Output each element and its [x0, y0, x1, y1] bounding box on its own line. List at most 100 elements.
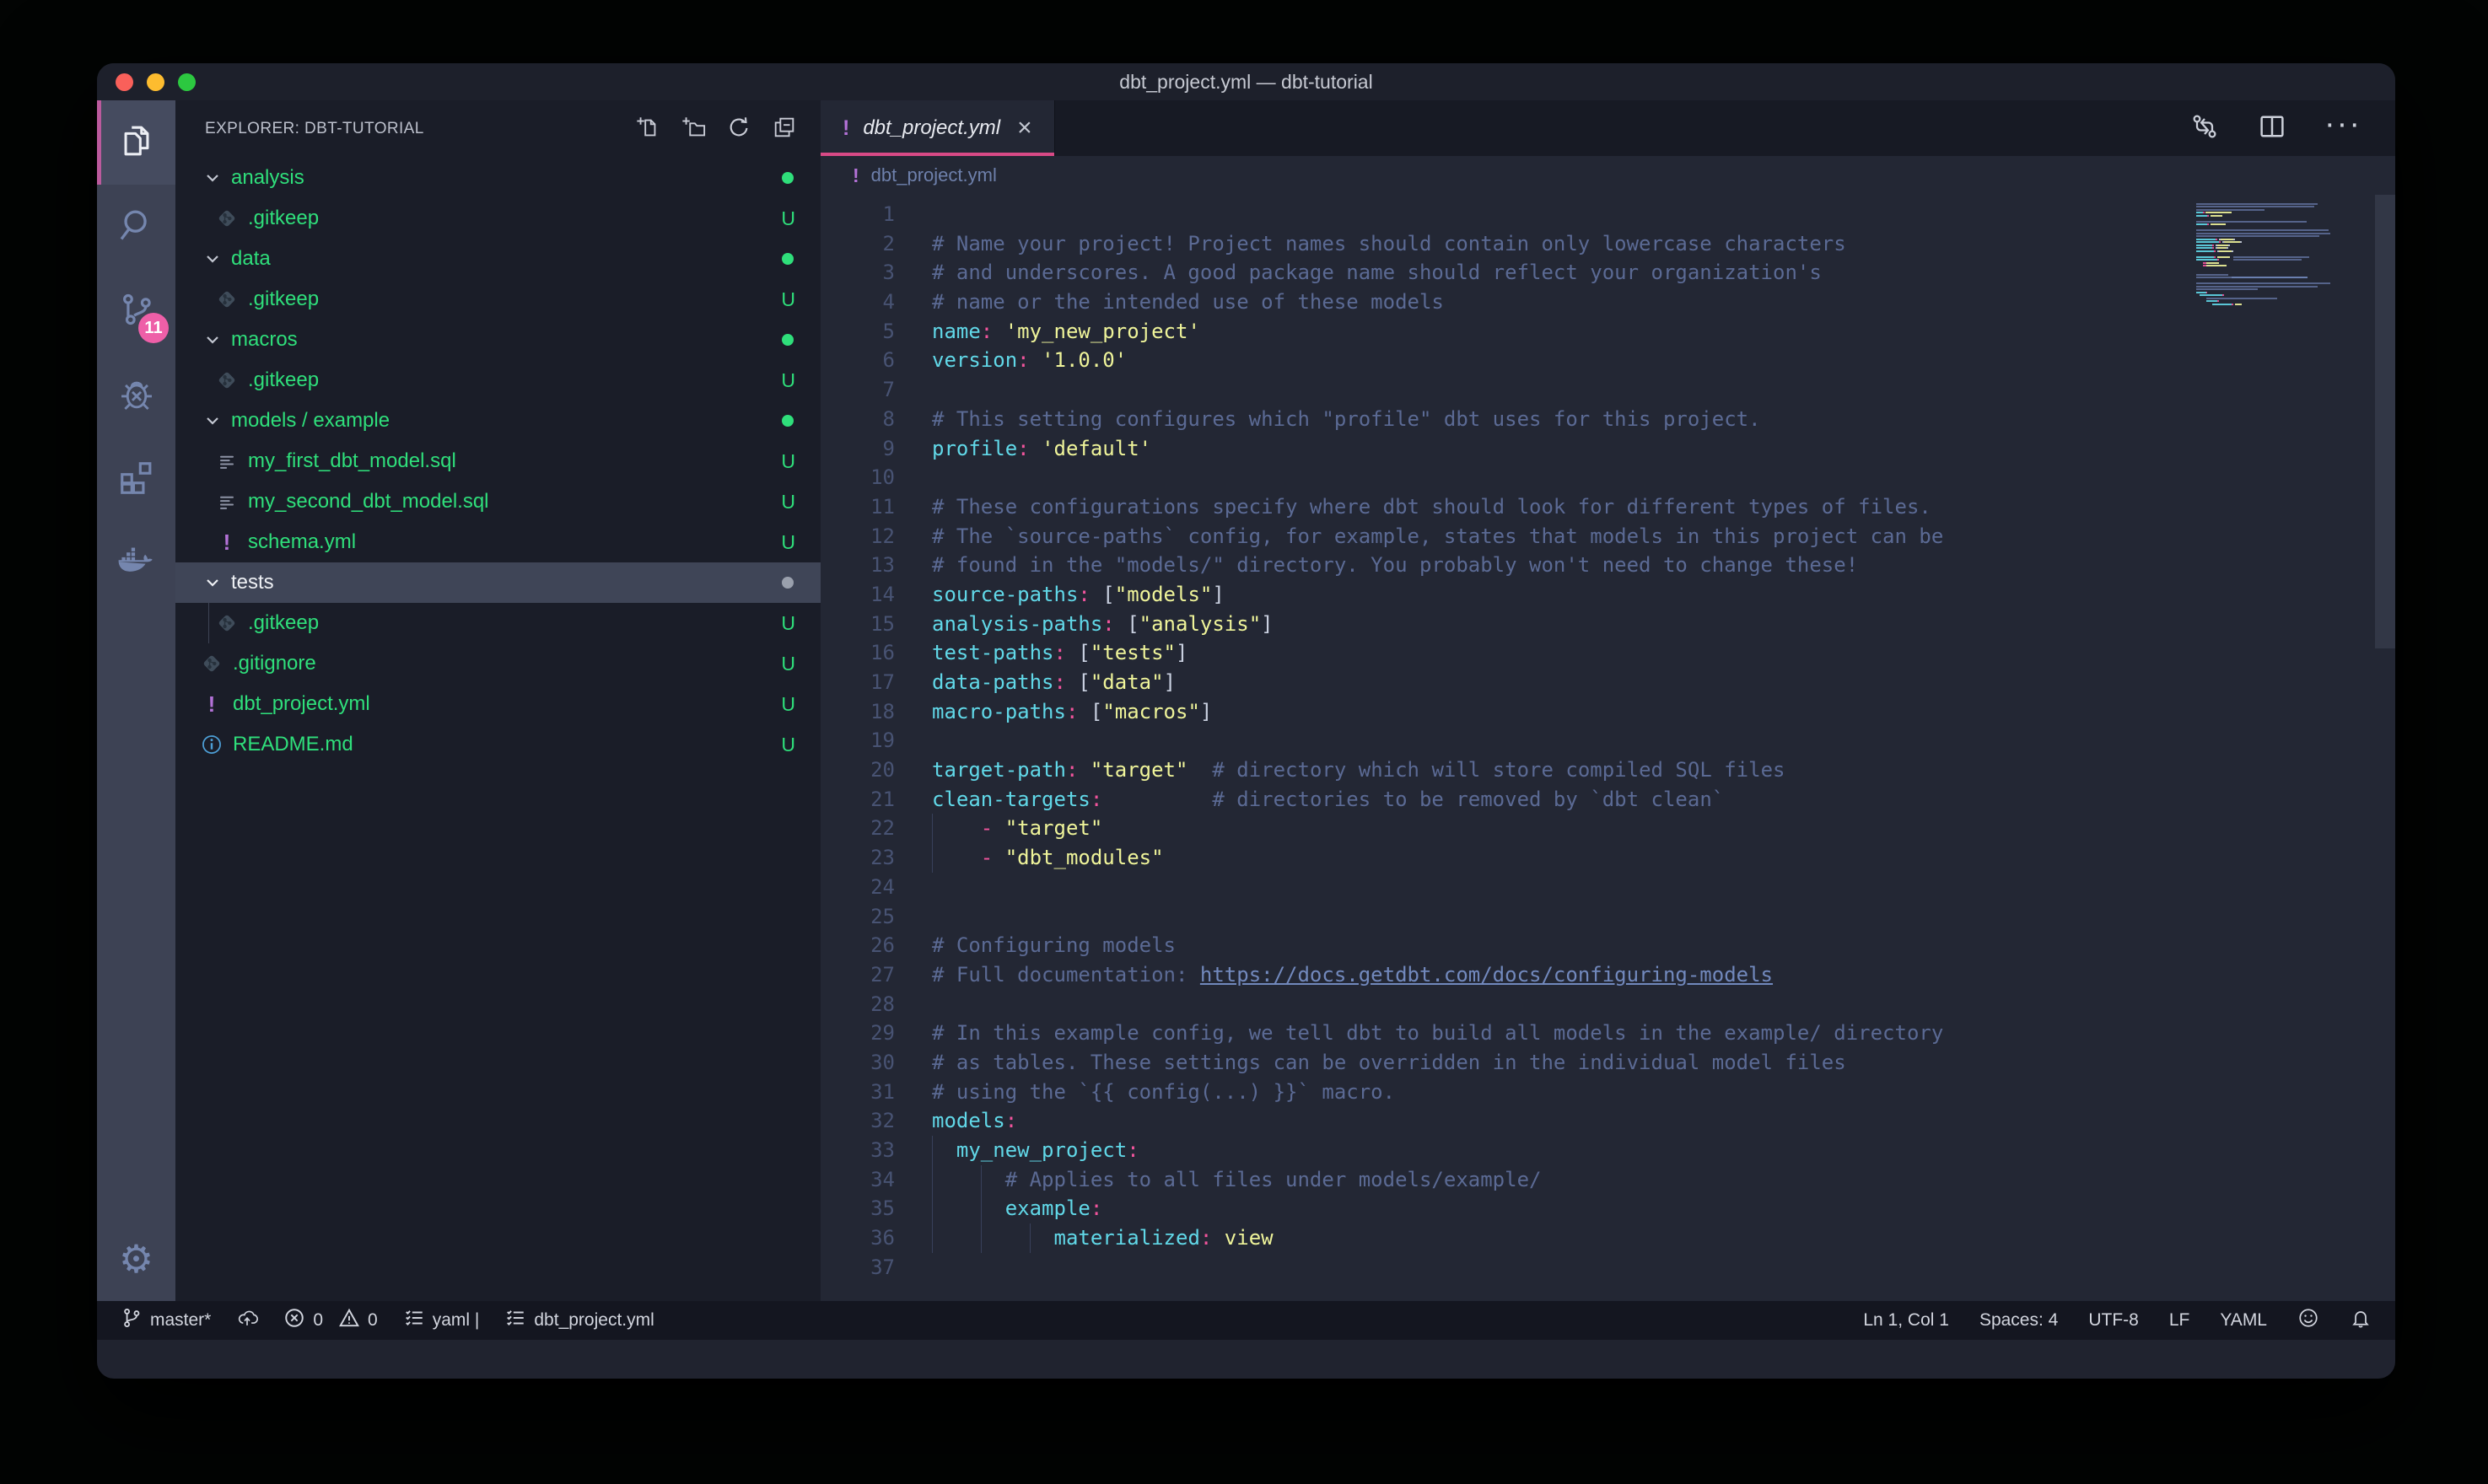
code-line[interactable]: 24 [821, 873, 2395, 902]
code-line[interactable]: 18macro-paths: ["macros"] [821, 697, 2395, 727]
code-line[interactable]: 36 materialized: view [821, 1223, 2395, 1253]
scrollbar-thumb[interactable] [2375, 195, 2395, 648]
activity-item-debug[interactable] [97, 353, 175, 438]
activity-item-settings[interactable]: ⚙ [97, 1217, 175, 1301]
indent-guide [932, 1165, 933, 1195]
status-yaml-schema-status[interactable]: yaml | [403, 1307, 480, 1334]
code-line[interactable]: 6version: '1.0.0' [821, 346, 2395, 375]
code-area[interactable]: 12# Name your project! Project names sho… [821, 195, 2395, 1282]
tree-item-tests[interactable]: tests [175, 562, 821, 603]
status-problems-errors[interactable]: 0 [283, 1307, 323, 1334]
status-sync-changes[interactable] [236, 1307, 258, 1334]
status-cursor-position[interactable]: Ln 1, Col 1 [1863, 1310, 1949, 1331]
line-number: 24 [821, 873, 895, 902]
code-line[interactable]: 5name: 'my_new_project' [821, 317, 2395, 347]
activity-item-source-control[interactable]: 11 [97, 269, 175, 353]
code-line[interactable]: 14source-paths: ["models"] [821, 580, 2395, 610]
tree-item--gitkeep[interactable]: .gitkeepU [175, 360, 821, 401]
tree-item-dbt-project-yml[interactable]: !dbt_project.ymlU [175, 684, 821, 724]
split-icon[interactable] [2257, 111, 2287, 146]
code-line[interactable]: 29# In this example config, we tell dbt … [821, 1019, 2395, 1048]
code-line[interactable]: 35 example: [821, 1194, 2395, 1223]
minimap-segment [2196, 259, 2217, 261]
refresh-icon[interactable] [726, 115, 751, 144]
code-line[interactable]: 13# found in the "models/" directory. Yo… [821, 551, 2395, 580]
code-line[interactable]: 37 [821, 1253, 2395, 1282]
code-line[interactable]: 28 [821, 990, 2395, 1019]
status-problems-warnings[interactable]: 0 [338, 1307, 378, 1334]
activity-item-docker[interactable] [97, 522, 175, 606]
tree-item-models-example[interactable]: models / example [175, 401, 821, 441]
close-icon[interactable]: × [1017, 116, 1032, 141]
code-line[interactable]: 8# This setting configures which "profil… [821, 405, 2395, 434]
code-line[interactable]: 19 [821, 726, 2395, 755]
code-line[interactable]: 15analysis-paths: ["analysis"] [821, 610, 2395, 639]
breadcrumb-item[interactable]: dbt_project.yml [871, 164, 997, 186]
code-line[interactable]: 31# using the `{{ config(...) }}` macro. [821, 1078, 2395, 1107]
tree-item-macros[interactable]: macros [175, 320, 821, 360]
tree-item-readme-md[interactable]: README.mdU [175, 724, 821, 765]
tree-item-my-first-dbt-model-sql[interactable]: my_first_dbt_model.sqlU [175, 441, 821, 481]
status-label: LF [2169, 1310, 2190, 1331]
tree-item-schema-yml[interactable]: !schema.ymlU [175, 522, 821, 562]
code-line[interactable]: 34 # Applies to all files under models/e… [821, 1165, 2395, 1195]
code-line[interactable]: 1 [821, 200, 2395, 229]
code-line[interactable]: 17data-paths: ["data"] [821, 668, 2395, 697]
activity-item-explorer[interactable] [97, 100, 175, 185]
status-notifications[interactable] [2350, 1307, 2372, 1334]
activity-item-search[interactable] [97, 185, 175, 269]
tree-item--gitkeep[interactable]: .gitkeepU [175, 279, 821, 320]
status-git-branch[interactable]: master* [121, 1307, 211, 1334]
code-token: name [932, 320, 981, 343]
status-language-mode[interactable]: YAML [2220, 1310, 2267, 1331]
activity-item-extensions[interactable] [97, 438, 175, 522]
doc-link[interactable]: https://docs.getdbt.com/docs/configuring… [1200, 963, 1773, 987]
tree-item-analysis[interactable]: analysis [175, 158, 821, 198]
code-token: analysis-paths [932, 612, 1102, 636]
tree-item--gitkeep[interactable]: .gitkeepU [175, 198, 821, 239]
code-line[interactable]: 25 [821, 902, 2395, 932]
code-line[interactable]: 3# and underscores. A good package name … [821, 258, 2395, 288]
minimap-segment [2196, 241, 2219, 243]
compare-icon[interactable] [2189, 111, 2220, 146]
status-encoding[interactable]: UTF-8 [2088, 1310, 2139, 1331]
tab-dbt-project-yml[interactable]: ! dbt_project.yml × [821, 100, 1055, 156]
status-active-file-status[interactable]: dbt_project.yml [504, 1307, 654, 1334]
minimap[interactable] [2196, 200, 2373, 309]
collapse-all-icon[interactable] [772, 115, 797, 144]
code-line[interactable]: 16test-paths: ["tests"] [821, 638, 2395, 668]
code-line[interactable]: 30# as tables. These settings can be ove… [821, 1048, 2395, 1078]
status-feedback[interactable] [2297, 1307, 2319, 1334]
minimap-segment [2227, 247, 2228, 249]
code-token: : [1200, 1226, 1212, 1250]
code-line[interactable]: 27# Full documentation: https://docs.get… [821, 960, 2395, 990]
tree-item--gitkeep[interactable]: .gitkeepU [175, 603, 821, 643]
code-token [1091, 583, 1102, 606]
code-line[interactable]: 10 [821, 463, 2395, 492]
tree-item-data[interactable]: data [175, 239, 821, 279]
code-line[interactable]: 12# The `source-paths` config, for examp… [821, 522, 2395, 551]
code-token: # Configuring models [932, 933, 1176, 957]
status-eol[interactable]: LF [2169, 1310, 2190, 1331]
code-line[interactable]: 22 - "target" [821, 814, 2395, 843]
code-line[interactable]: 9profile: 'default' [821, 434, 2395, 464]
code-line[interactable]: 32models: [821, 1106, 2395, 1136]
code-line[interactable]: 7 [821, 375, 2395, 405]
ellipsis-icon[interactable]: ··· [2324, 118, 2361, 138]
code-line[interactable]: 33 my_new_project: [821, 1136, 2395, 1165]
code-line[interactable]: 26# Configuring models [821, 931, 2395, 960]
code-line[interactable]: 4# name or the intended use of these mod… [821, 288, 2395, 317]
status-indentation[interactable]: Spaces: 4 [1979, 1310, 2058, 1331]
code-line[interactable]: 21clean-targets: # directories to be rem… [821, 785, 2395, 815]
code-line[interactable]: 20target-path: "target" # directory whic… [821, 755, 2395, 785]
line-content [895, 726, 932, 755]
code-line[interactable]: 2# Name your project! Project names shou… [821, 229, 2395, 259]
new-folder-icon[interactable] [681, 115, 706, 144]
code-token [932, 846, 981, 869]
yaml-warning-icon: ! [853, 164, 859, 187]
tree-item--gitignore[interactable]: .gitignoreU [175, 643, 821, 684]
code-line[interactable]: 11# These configurations specify where d… [821, 492, 2395, 522]
tree-item-my-second-dbt-model-sql[interactable]: my_second_dbt_model.sqlU [175, 481, 821, 522]
code-line[interactable]: 23 - "dbt_modules" [821, 843, 2395, 873]
new-file-icon[interactable] [635, 115, 660, 144]
